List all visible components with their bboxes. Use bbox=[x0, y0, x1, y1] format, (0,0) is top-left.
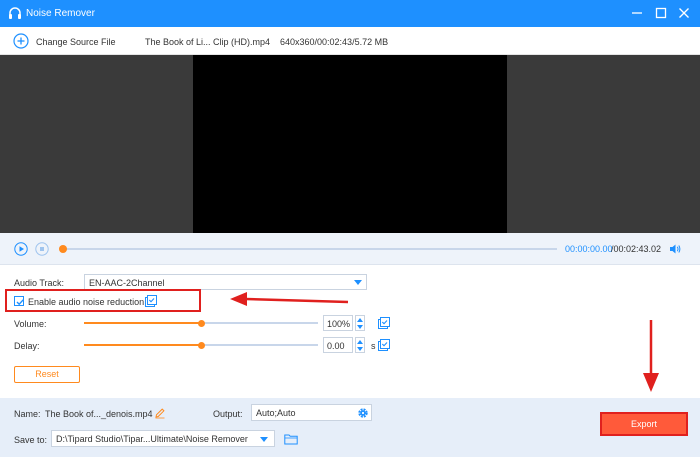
chevron-down-icon bbox=[260, 437, 268, 442]
total-time: /00:02:43.02 bbox=[611, 244, 662, 254]
video-preview bbox=[0, 55, 700, 233]
volume-input[interactable]: 100% bbox=[323, 315, 353, 331]
save-path-field[interactable]: D:\Tipard Studio\Tipar...Ultimate\Noise … bbox=[51, 430, 275, 447]
save-to-label: Save to: bbox=[14, 435, 48, 445]
headphones-icon bbox=[9, 7, 21, 19]
name-label: Name: bbox=[14, 409, 41, 419]
noise-reduction-checkbox[interactable] bbox=[14, 296, 24, 306]
delay-stepper[interactable] bbox=[355, 337, 365, 353]
output-file-name: The Book of..._denois.mp4 bbox=[45, 409, 153, 419]
noise-reduction-label: Enable audio noise reduction bbox=[28, 297, 145, 307]
window-title: Noise Remover bbox=[26, 8, 95, 19]
add-file-icon[interactable] bbox=[13, 33, 29, 49]
volume-stepper[interactable] bbox=[355, 315, 365, 331]
delay-input[interactable]: 0.00 bbox=[323, 337, 353, 353]
edit-pencil-icon[interactable] bbox=[154, 407, 166, 419]
video-frame bbox=[193, 55, 507, 233]
chevron-down-icon bbox=[354, 280, 362, 285]
checkmark-icon bbox=[16, 299, 24, 306]
output-format-value: Auto;Auto bbox=[256, 408, 296, 418]
audio-track-select[interactable]: EN-AAC-2Channel bbox=[84, 274, 367, 290]
source-file-name: The Book of Li... Clip (HD).mp4 bbox=[145, 37, 271, 47]
audio-track-label: Audio Track: bbox=[14, 278, 65, 288]
output-format-field[interactable]: Auto;Auto bbox=[251, 404, 372, 421]
volume-slider-handle[interactable] bbox=[197, 319, 205, 327]
change-source-button[interactable]: Change Source File bbox=[36, 37, 116, 47]
folder-icon[interactable] bbox=[284, 433, 298, 445]
progress-bar[interactable] bbox=[62, 248, 557, 250]
audio-track-value: EN-AAC-2Channel bbox=[89, 278, 165, 288]
current-time: 00:00:00.00 bbox=[565, 244, 613, 254]
reset-button[interactable]: Reset bbox=[14, 366, 80, 383]
volume-slider-fill bbox=[84, 322, 201, 324]
close-icon[interactable] bbox=[676, 5, 692, 21]
volume-label: Volume: bbox=[14, 319, 47, 329]
delay-slider-fill bbox=[84, 344, 201, 346]
delay-unit: s bbox=[371, 341, 376, 351]
apply-all-icon[interactable] bbox=[145, 295, 157, 307]
volume-icon[interactable] bbox=[668, 242, 682, 256]
export-button[interactable]: Export bbox=[600, 412, 688, 436]
apply-all-delay-icon[interactable] bbox=[378, 339, 390, 351]
apply-all-volume-icon[interactable] bbox=[378, 317, 390, 329]
footer-bar: Name: The Book of..._denois.mp4 Output: … bbox=[0, 398, 700, 457]
save-path-value: D:\Tipard Studio\Tipar...Ultimate\Noise … bbox=[56, 434, 248, 444]
play-icon[interactable] bbox=[14, 242, 28, 256]
maximize-icon[interactable] bbox=[653, 5, 669, 21]
delay-label: Delay: bbox=[14, 341, 40, 351]
player-controls: 00:00:00.00 /00:02:43.02 bbox=[0, 233, 700, 265]
gear-icon[interactable] bbox=[357, 407, 369, 419]
source-bar: Change Source File The Book of Li... Cli… bbox=[0, 27, 700, 55]
progress-handle[interactable] bbox=[59, 245, 67, 253]
minimize-icon[interactable] bbox=[629, 5, 645, 21]
title-bar: Noise Remover bbox=[0, 0, 700, 27]
output-label: Output: bbox=[213, 409, 243, 419]
delay-slider-handle[interactable] bbox=[197, 341, 205, 349]
settings-panel: Audio Track: EN-AAC-2Channel Enable audi… bbox=[0, 265, 700, 398]
stop-icon[interactable] bbox=[35, 242, 49, 256]
source-file-info: 640x360/00:02:43/5.72 MB bbox=[280, 37, 389, 47]
